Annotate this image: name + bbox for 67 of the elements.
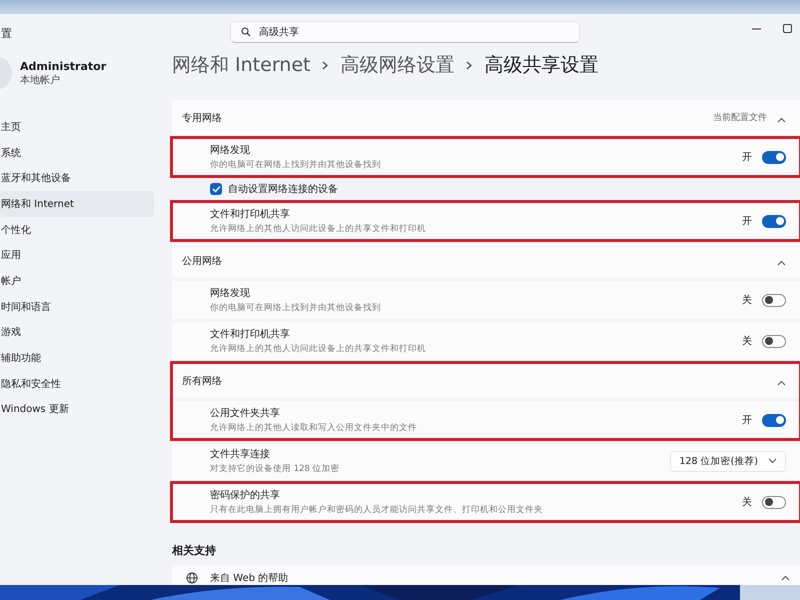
checkbox[interactable]	[210, 183, 222, 195]
setting-description: 你的电脑可在网络上找到并由其他设备找到	[210, 159, 381, 171]
toggle-switch[interactable]	[762, 150, 786, 164]
chevron-right-icon	[322, 60, 328, 70]
toggle-switch[interactable]	[762, 214, 786, 228]
setting-title: 文件和打印机共享	[210, 208, 291, 221]
toggle-state: 关	[742, 334, 752, 348]
section-title: 所有网络	[182, 374, 222, 388]
toggle-state: 关	[742, 294, 752, 307]
chevron-down-icon[interactable]	[768, 458, 777, 464]
sidebar-item[interactable]: Windows 更新	[0, 396, 154, 422]
setting-title: 公用文件夹共享	[210, 406, 281, 420]
toggle-state: 开	[742, 151, 752, 164]
sidebar-item[interactable]: 个性化	[0, 216, 154, 242]
section-header[interactable]: 专用网络 当前配置文件	[172, 100, 800, 135]
toggle-switch[interactable]	[762, 496, 786, 508]
section-title: 专用网络	[182, 112, 222, 124]
toggle-switch[interactable]	[762, 294, 786, 306]
section-title: 公用网络	[182, 254, 222, 268]
toggle-state: 关	[742, 496, 752, 509]
encryption-dropdown[interactable]: 128 位加密(推荐)	[670, 450, 786, 472]
setting-description: 允许网络上的其他人读取和写入公用文件夹中的文件	[210, 422, 417, 434]
page-title: 高级共享设置	[484, 53, 598, 78]
section-header[interactable]: 公用网络	[172, 243, 800, 278]
toggle-state: 开	[742, 414, 752, 427]
setting-description: 只有在此电脑上拥有用户帐户和密码的人员才能访问共享文件、打印机和公用文件夹	[210, 504, 543, 516]
setting-title: 网络发现	[210, 287, 251, 300]
breadcrumb-link[interactable]: 高级网络设置	[340, 52, 454, 78]
account-type: 本地帐户	[20, 74, 61, 86]
window-title: 置	[1, 26, 12, 41]
section-title: 相关支持	[172, 543, 217, 558]
sidebar-item[interactable]: 主页	[0, 114, 154, 140]
setting-description: 你的电脑可在网络上找到并由其他设备找到	[210, 302, 381, 314]
sidebar-item[interactable]: 辅助功能	[0, 345, 154, 371]
chevron-up-icon[interactable]	[777, 380, 786, 386]
toggle-switch[interactable]	[762, 414, 786, 426]
sidebar-item[interactable]: 系统	[0, 140, 154, 166]
maximize-icon[interactable]	[783, 24, 792, 33]
setting-title: 网络发现	[210, 144, 251, 157]
setting-title: 文件共享连接	[210, 448, 271, 461]
checkbox-label: 自动设置网络连接的设备	[228, 182, 338, 196]
sidebar-item[interactable]: 应用	[0, 242, 154, 268]
sidebar-item[interactable]: 网络和 Internet	[0, 191, 154, 217]
sidebar-item[interactable]: 帐户	[0, 268, 154, 294]
sidebar-item[interactable]: 隐私和安全性	[0, 370, 154, 397]
toggle-switch[interactable]	[762, 334, 786, 348]
profile-note: 当前配置文件	[713, 112, 767, 124]
search-field[interactable]: 高级共享	[230, 21, 580, 43]
section-header[interactable]: 所有网络	[172, 363, 800, 398]
toggle-state: 开	[742, 215, 752, 228]
chevron-right-icon	[466, 60, 472, 70]
user-name: Administrator	[20, 60, 106, 72]
chevron-up-icon[interactable]	[777, 117, 786, 123]
setting-title: 文件和打印机共享	[210, 328, 291, 341]
breadcrumb-link[interactable]: 网络和 Internet	[172, 52, 310, 78]
setting-title: 密码保护的共享	[210, 488, 281, 502]
globe-icon	[186, 572, 198, 584]
help-row[interactable]: 来自 Web 的帮助	[172, 566, 800, 585]
chevron-up-icon[interactable]	[777, 260, 786, 266]
chevron-up-icon[interactable]	[781, 575, 790, 581]
sidebar-item[interactable]: 时间和语言	[0, 294, 154, 320]
setting-description: 对支持它的设备使用 128 位加密	[210, 463, 340, 475]
sidebar-item[interactable]: 蓝牙和其他设备	[0, 165, 154, 192]
setting-description: 允许网络上的其他人访问此设备上的共享文件和打印机	[210, 223, 426, 235]
setting-description: 允许网络上的其他人访问此设备上的共享文件和打印机	[210, 343, 426, 355]
search-icon	[241, 27, 251, 37]
sidebar-item[interactable]: 游戏	[0, 320, 154, 346]
